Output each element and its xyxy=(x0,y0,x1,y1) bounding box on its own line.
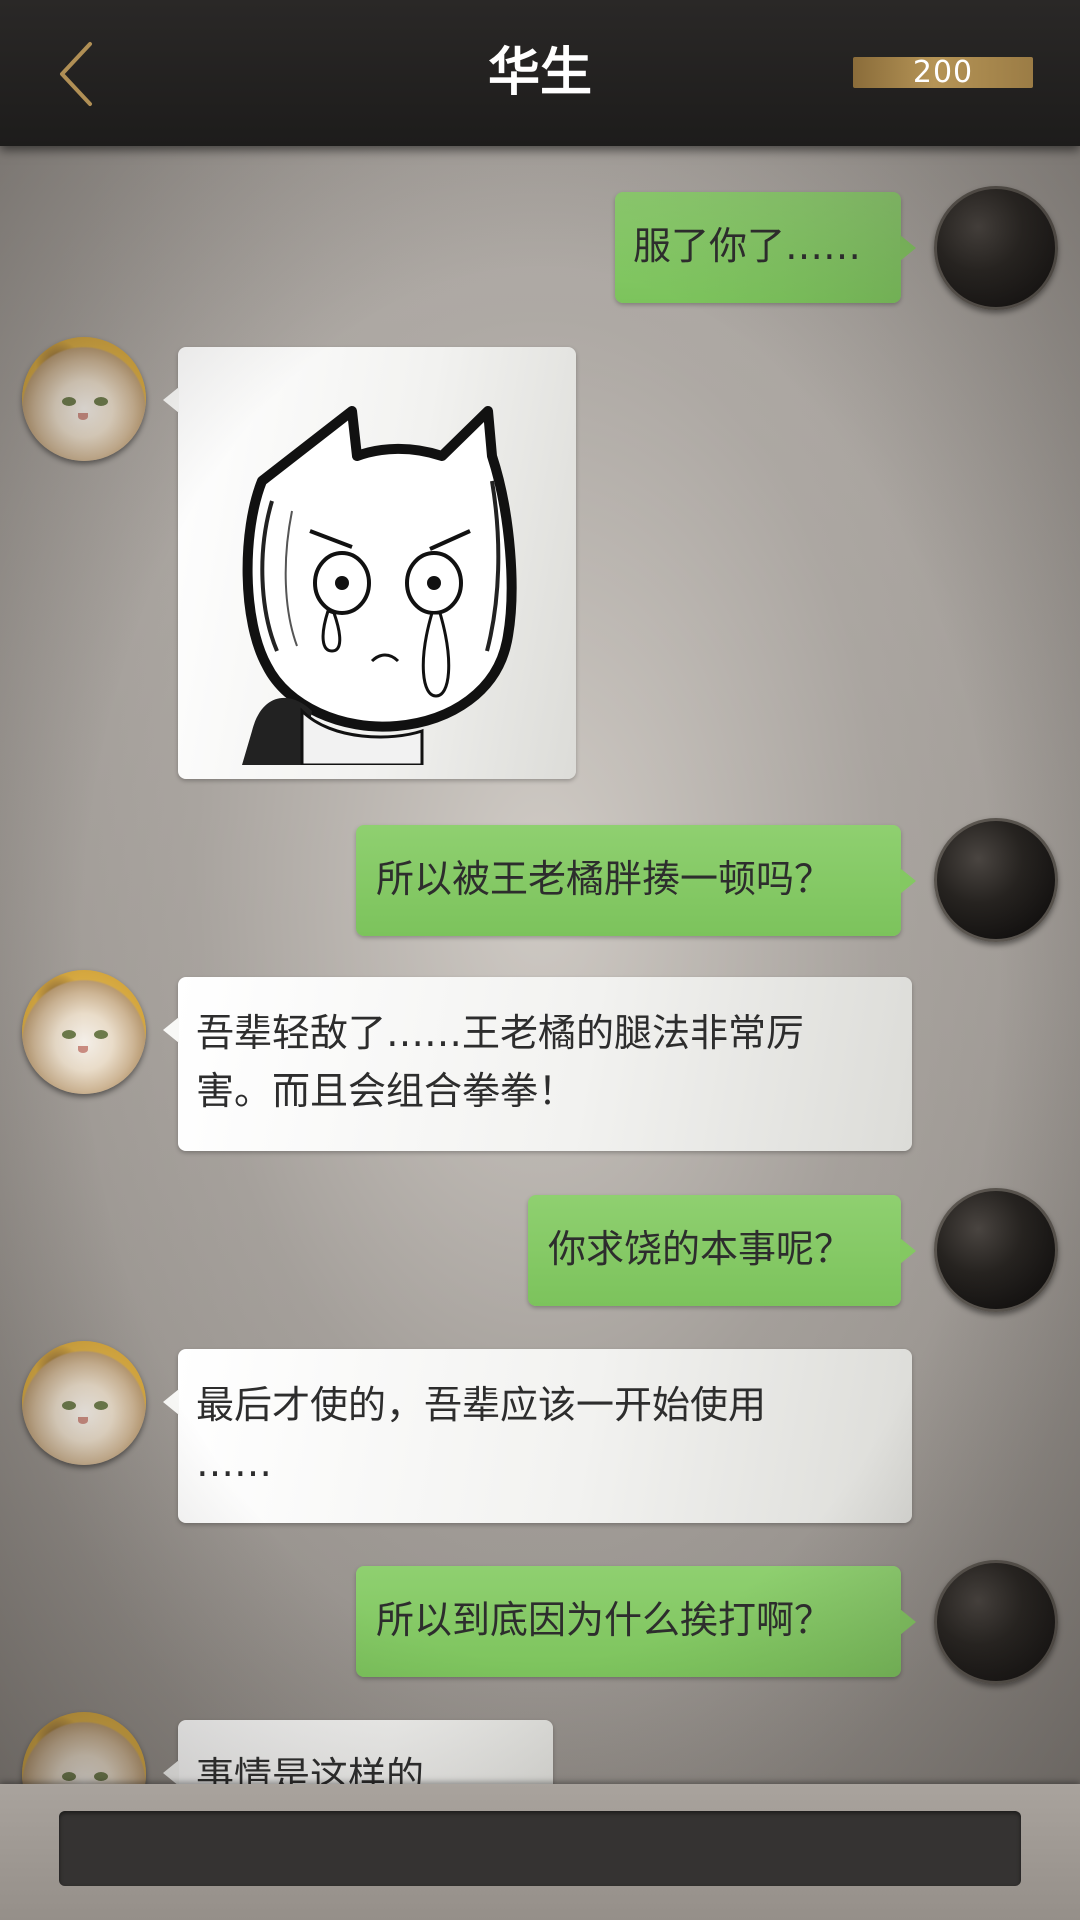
message-text: 所以被王老橘胖揍一顿吗？ xyxy=(376,857,833,901)
watson-avatar[interactable] xyxy=(22,1712,146,1784)
received-message[interactable]: 最后才使的，吾辈应该一开始使用 …… xyxy=(163,1349,912,1523)
coin-counter: 200 xyxy=(853,57,1033,88)
message-text-line: 吾辈轻敌了……王老橘的腿法非常厉 xyxy=(196,1011,805,1055)
message-text: 你求饶的本事呢？ xyxy=(548,1227,853,1271)
sent-message[interactable]: 所以被王老橘胖揍一顿吗？ xyxy=(356,825,916,936)
message-text: 所以到底因为什么挨打啊？ xyxy=(376,1598,833,1642)
received-message[interactable]: 事情是这样的…… xyxy=(163,1720,553,1784)
received-sticker[interactable] xyxy=(163,347,576,779)
chat-area[interactable]: 服了你了…… 所以被王老橘胖揍一顿吗？ 吾辈轻敌了……王老橘的腿法非常厉 害。而… xyxy=(0,146,1080,1784)
message-text-line: 害。而且会组合拳拳！ xyxy=(196,1069,577,1113)
user-avatar[interactable] xyxy=(934,186,1058,310)
message-text-line: 最后才使的，吾辈应该一开始使用 xyxy=(196,1383,767,1427)
watson-avatar[interactable] xyxy=(22,1341,146,1465)
reply-option-bar[interactable] xyxy=(59,1811,1021,1886)
message-text-line: …… xyxy=(196,1441,272,1485)
sent-message[interactable]: 你求饶的本事呢？ xyxy=(528,1195,916,1306)
received-message[interactable]: 吾辈轻敌了……王老橘的腿法非常厉 害。而且会组合拳拳！ xyxy=(163,977,912,1151)
watson-avatar[interactable] xyxy=(22,970,146,1094)
top-bar: 华生 200 xyxy=(0,0,1080,146)
crying-cartoon-cat-sticker xyxy=(242,406,517,767)
watson-avatar[interactable] xyxy=(22,337,146,461)
sent-message[interactable]: 服了你了…… xyxy=(615,192,916,303)
user-avatar[interactable] xyxy=(934,818,1058,942)
sent-message[interactable]: 所以到底因为什么挨打啊？ xyxy=(356,1566,916,1677)
user-avatar[interactable] xyxy=(934,1560,1058,1684)
bottom-bar xyxy=(0,1784,1080,1920)
message-text: 服了你了…… xyxy=(633,224,862,268)
user-avatar[interactable] xyxy=(934,1188,1058,1312)
message-text: 事情是这样的…… xyxy=(196,1754,501,1784)
